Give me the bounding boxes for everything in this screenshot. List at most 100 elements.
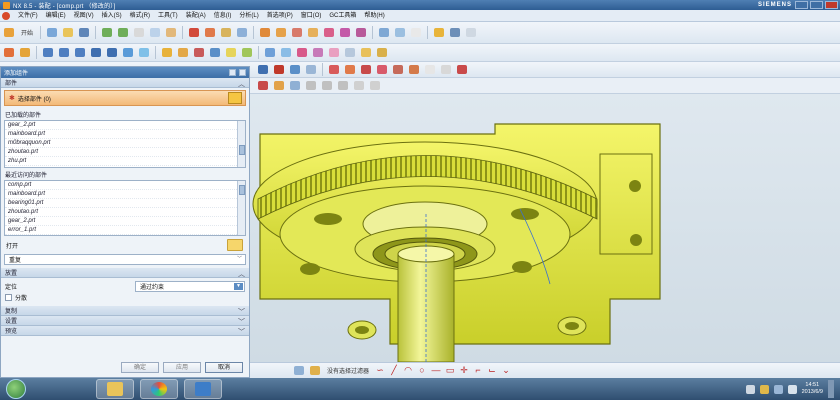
cube-icon[interactable] bbox=[228, 92, 242, 104]
offset-icon[interactable] bbox=[359, 63, 373, 76]
quadrant-icon[interactable] bbox=[352, 79, 366, 92]
list-item[interactable]: gear_2.prt bbox=[5, 217, 245, 226]
revolve-icon[interactable] bbox=[274, 26, 288, 39]
close-button[interactable] bbox=[825, 1, 838, 9]
list-item[interactable]: error_1.prt bbox=[5, 226, 245, 235]
loaded-list-scrollbar[interactable] bbox=[237, 121, 245, 167]
position-dropdown[interactable]: 通过约束 ▼ bbox=[135, 280, 245, 292]
menu-tools[interactable]: 工具(T) bbox=[154, 10, 182, 22]
bridge-icon[interactable] bbox=[407, 63, 421, 76]
new-component-icon[interactable] bbox=[176, 46, 190, 59]
preview-section-header[interactable]: 预览 ﹀ bbox=[1, 326, 249, 336]
menu-analysis[interactable]: 分析(L) bbox=[235, 10, 262, 22]
zoom-icon[interactable] bbox=[41, 46, 55, 59]
graphics-window[interactable] bbox=[250, 94, 840, 362]
snap-point-icon[interactable] bbox=[288, 79, 302, 92]
list-item[interactable]: m0braqquon.prt bbox=[5, 139, 245, 148]
menu-assemblies[interactable]: 装配(A) bbox=[182, 10, 210, 22]
clock[interactable]: 14:51 2013/6/9 bbox=[802, 382, 823, 396]
display-part-icon[interactable] bbox=[359, 46, 373, 59]
lock-icon[interactable] bbox=[432, 26, 446, 39]
spline-snap-icon[interactable]: ∽ bbox=[374, 365, 386, 376]
datum-axis-icon[interactable] bbox=[235, 26, 249, 39]
dash-snap-icon[interactable]: — bbox=[430, 365, 442, 376]
new-file-icon[interactable] bbox=[45, 26, 59, 39]
minimize-button[interactable] bbox=[795, 1, 808, 9]
mirror-assembly-icon[interactable] bbox=[224, 46, 238, 59]
clearance-icon[interactable] bbox=[295, 46, 309, 59]
pan-icon[interactable] bbox=[73, 46, 87, 59]
place-section-header[interactable]: 放置 ︿ bbox=[1, 268, 249, 278]
move-component-icon[interactable] bbox=[208, 46, 222, 59]
copy-icon[interactable] bbox=[148, 26, 162, 39]
nx-taskbar-button[interactable] bbox=[184, 379, 222, 399]
constraint-icon[interactable] bbox=[192, 46, 206, 59]
line-icon[interactable] bbox=[288, 63, 302, 76]
media-taskbar-button[interactable] bbox=[140, 379, 178, 399]
sequence-icon[interactable] bbox=[279, 46, 293, 59]
box-snap-icon[interactable]: ▭ bbox=[444, 365, 456, 376]
list-item[interactable]: zhoutao.prt bbox=[5, 148, 245, 157]
datum-plane-icon[interactable] bbox=[219, 26, 233, 39]
exploded-view-icon[interactable] bbox=[263, 46, 277, 59]
boss-icon[interactable] bbox=[306, 26, 320, 39]
select-all-icon[interactable] bbox=[256, 79, 270, 92]
sketch-icon[interactable] bbox=[187, 26, 201, 39]
triangle-icon[interactable] bbox=[464, 26, 478, 39]
circle-snap-icon[interactable]: ○ bbox=[416, 365, 428, 376]
save-icon[interactable] bbox=[77, 26, 91, 39]
project-icon[interactable] bbox=[375, 63, 389, 76]
endpoint-snap-icon[interactable]: ⌐ bbox=[472, 365, 484, 376]
open-file-icon[interactable] bbox=[61, 26, 75, 39]
curve-icon[interactable] bbox=[272, 63, 286, 76]
open-folder-icon[interactable] bbox=[227, 239, 243, 251]
extrude-icon[interactable] bbox=[258, 26, 272, 39]
layer-icon[interactable] bbox=[343, 46, 357, 59]
start-icon[interactable] bbox=[2, 26, 16, 39]
menu-view[interactable]: 视图(V) bbox=[70, 10, 98, 22]
ok-button[interactable]: 确定 bbox=[121, 361, 159, 373]
menu-format[interactable]: 格式(R) bbox=[126, 10, 154, 22]
list-item[interactable]: gear_2.prt bbox=[5, 121, 245, 130]
list-item[interactable]: zhoutao.prt bbox=[5, 208, 245, 217]
trim-icon[interactable] bbox=[327, 63, 341, 76]
join-icon[interactable] bbox=[423, 63, 437, 76]
point-snap-icon[interactable]: ✛ bbox=[458, 365, 470, 376]
reference-set-icon[interactable] bbox=[327, 46, 341, 59]
menu-gc-toolkit[interactable]: GC工具箱 bbox=[325, 10, 360, 22]
menu-file[interactable]: 文件(F) bbox=[14, 10, 42, 22]
orient-view-icon[interactable] bbox=[2, 46, 16, 59]
filter-icon[interactable] bbox=[272, 79, 286, 92]
extend-icon[interactable] bbox=[343, 63, 357, 76]
divide-icon[interactable] bbox=[439, 63, 453, 76]
menu-preferences[interactable]: 首选项(P) bbox=[263, 10, 297, 22]
wireframe-icon[interactable] bbox=[105, 46, 119, 59]
chamfer-icon[interactable] bbox=[393, 26, 407, 39]
scrollbar-thumb[interactable] bbox=[239, 185, 245, 195]
selection-filter-label[interactable]: 没有选择过滤器 bbox=[324, 366, 372, 375]
hole-icon[interactable] bbox=[290, 26, 304, 39]
component-filter-icon[interactable] bbox=[308, 364, 322, 377]
endpoint-icon[interactable] bbox=[304, 79, 318, 92]
corner-snap-icon[interactable]: ⌙ bbox=[486, 365, 498, 376]
pocket-icon[interactable] bbox=[322, 26, 336, 39]
recent-list-scrollbar[interactable] bbox=[237, 181, 245, 235]
fit-icon[interactable] bbox=[18, 46, 32, 59]
chevron-snap-icon[interactable]: ⌄ bbox=[500, 365, 512, 376]
array-component-icon[interactable] bbox=[240, 46, 254, 59]
list-item[interactable]: zhu.prt bbox=[5, 157, 245, 166]
menu-information[interactable]: 信息(I) bbox=[210, 10, 236, 22]
start-label[interactable]: 开始 bbox=[18, 28, 36, 37]
wave-icon[interactable] bbox=[311, 46, 325, 59]
spline-icon[interactable] bbox=[455, 63, 469, 76]
pad-icon[interactable] bbox=[338, 26, 352, 39]
arc-icon[interactable] bbox=[304, 63, 318, 76]
list-item[interactable]: mainboard.prt bbox=[5, 190, 245, 199]
paste-icon[interactable] bbox=[164, 26, 178, 39]
blend-icon[interactable] bbox=[377, 26, 391, 39]
scrollbar-thumb[interactable] bbox=[239, 145, 245, 155]
maximize-button[interactable] bbox=[810, 1, 823, 9]
shell-icon[interactable] bbox=[409, 26, 423, 39]
work-part-icon[interactable] bbox=[375, 46, 389, 59]
copy-section-header[interactable]: 复制 ﹀ bbox=[1, 306, 249, 316]
